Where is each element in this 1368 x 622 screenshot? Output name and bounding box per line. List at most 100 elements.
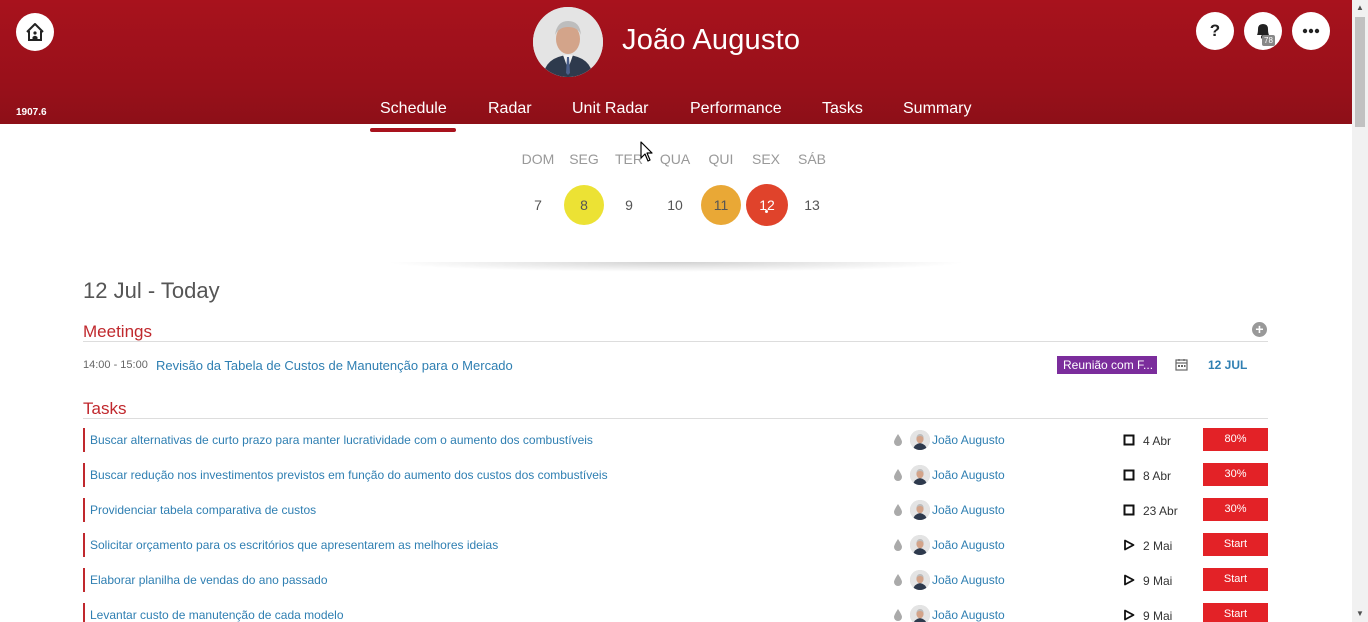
assignee-avatar bbox=[910, 605, 930, 622]
home-icon bbox=[26, 23, 44, 41]
task-title[interactable]: Levantar custo de manutenção de cada mod… bbox=[90, 608, 344, 622]
task-assignee[interactable]: João Augusto bbox=[932, 503, 1005, 517]
tab-summary[interactable]: Summary bbox=[903, 100, 971, 118]
task-due-date: 9 Mai bbox=[1143, 574, 1173, 588]
task-row: Buscar redução nos investimentos previst… bbox=[83, 463, 1268, 487]
page-scrollbar[interactable]: ▲ ▼ bbox=[1352, 0, 1368, 622]
calendar-day[interactable]: 9 bbox=[609, 185, 649, 225]
scroll-up-icon[interactable]: ▲ bbox=[1352, 0, 1368, 16]
task-priority-bar bbox=[83, 463, 85, 487]
header-bar: 1907.6 João Augusto ? 78 Schedule Radar … bbox=[0, 0, 1352, 124]
weekday-label: QUI bbox=[708, 151, 734, 167]
task-action-button[interactable]: 80% bbox=[1203, 428, 1268, 451]
calendar-day[interactable]: 7 bbox=[518, 185, 558, 225]
task-title[interactable]: Elaborar planilha de vendas do ano passa… bbox=[90, 573, 328, 587]
calendar-divider bbox=[384, 262, 968, 272]
more-options-button[interactable] bbox=[1292, 12, 1330, 50]
task-row: Solicitar orçamento para os escritórios … bbox=[83, 533, 1268, 557]
meeting-title[interactable]: Revisão da Tabela de Custos de Manutençã… bbox=[156, 358, 513, 373]
drop-icon bbox=[894, 574, 902, 586]
task-assignee[interactable]: João Augusto bbox=[932, 608, 1005, 622]
task-due-date: 2 Mai bbox=[1143, 539, 1173, 553]
task-row: Providenciar tabela comparativa de custo… bbox=[83, 498, 1268, 522]
tasks-heading: Tasks bbox=[83, 399, 127, 418]
task-row: Levantar custo de manutenção de cada mod… bbox=[83, 603, 1268, 622]
task-title[interactable]: Providenciar tabela comparativa de custo… bbox=[90, 503, 316, 517]
tab-schedule[interactable]: Schedule bbox=[380, 100, 447, 118]
assignee-avatar bbox=[910, 570, 930, 590]
task-assignee[interactable]: João Augusto bbox=[932, 433, 1005, 447]
notification-badge: 78 bbox=[1262, 35, 1275, 46]
notifications-button[interactable]: 78 bbox=[1244, 12, 1282, 50]
meetings-divider bbox=[83, 341, 1268, 342]
assignee-avatar bbox=[910, 430, 930, 450]
task-due-date: 4 Abr bbox=[1143, 434, 1172, 448]
assignee-avatar bbox=[910, 500, 930, 520]
checkbox-icon[interactable] bbox=[1123, 434, 1135, 446]
tab-radar[interactable]: Radar bbox=[488, 100, 532, 118]
active-tab-indicator bbox=[370, 128, 456, 132]
event-dot bbox=[765, 210, 768, 213]
drop-icon bbox=[894, 504, 902, 516]
scroll-down-icon[interactable]: ▼ bbox=[1352, 606, 1368, 622]
task-action-button[interactable]: Start bbox=[1203, 568, 1268, 591]
help-button[interactable]: ? bbox=[1196, 12, 1234, 50]
mouse-cursor-icon bbox=[640, 141, 653, 162]
drop-icon bbox=[894, 539, 902, 551]
calendar-icon bbox=[1175, 359, 1188, 371]
meetings-heading: Meetings bbox=[83, 322, 152, 341]
task-action-button[interactable]: Start bbox=[1203, 533, 1268, 556]
weekday-label: DOM bbox=[521, 151, 555, 167]
drop-icon bbox=[894, 469, 902, 481]
checkbox-icon[interactable] bbox=[1123, 504, 1135, 516]
weekday-label: SÁB bbox=[797, 151, 826, 167]
calendar-day[interactable]: 11 bbox=[701, 185, 741, 225]
task-priority-bar bbox=[83, 498, 85, 522]
task-title[interactable]: Buscar redução nos investimentos previst… bbox=[90, 468, 608, 482]
task-priority-bar bbox=[83, 428, 85, 452]
help-icon: ? bbox=[1209, 21, 1221, 40]
more-icon bbox=[1302, 28, 1320, 34]
home-button[interactable] bbox=[16, 13, 54, 51]
calendar-day[interactable]: 8 bbox=[564, 185, 604, 225]
weekday-label: SEX bbox=[751, 151, 780, 167]
task-assignee[interactable]: João Augusto bbox=[932, 538, 1005, 552]
tab-unit-radar[interactable]: Unit Radar bbox=[572, 100, 648, 118]
tasks-divider bbox=[83, 418, 1268, 419]
tab-performance[interactable]: Performance bbox=[690, 100, 782, 118]
task-row: Buscar alternativas de curto prazo para … bbox=[83, 428, 1268, 452]
add-meeting-icon[interactable]: + bbox=[1252, 322, 1267, 337]
task-due-date: 23 Abr bbox=[1143, 504, 1178, 518]
task-action-button[interactable]: 30% bbox=[1203, 498, 1268, 521]
calendar-day[interactable]: 13 bbox=[792, 185, 832, 225]
task-assignee[interactable]: João Augusto bbox=[932, 573, 1005, 587]
user-avatar[interactable] bbox=[533, 7, 603, 77]
user-name: João Augusto bbox=[622, 24, 801, 56]
task-action-button[interactable]: 30% bbox=[1203, 463, 1268, 486]
weekday-label: SEG bbox=[569, 151, 599, 167]
assignee-avatar bbox=[910, 535, 930, 555]
task-due-date: 9 Mai bbox=[1143, 609, 1173, 622]
scroll-thumb[interactable] bbox=[1355, 17, 1365, 127]
play-icon[interactable] bbox=[1123, 609, 1135, 621]
drop-icon bbox=[894, 609, 902, 621]
task-row: Elaborar planilha de vendas do ano passa… bbox=[83, 568, 1268, 592]
drop-icon bbox=[894, 434, 902, 446]
meeting-date: 12 JUL bbox=[1208, 358, 1248, 372]
task-title[interactable]: Solicitar orçamento para os escritórios … bbox=[90, 538, 498, 552]
calendar-day[interactable]: 10 bbox=[655, 185, 695, 225]
checkbox-icon[interactable] bbox=[1123, 469, 1135, 481]
meeting-time: 14:00 - 15:00 bbox=[83, 359, 148, 371]
task-priority-bar bbox=[83, 568, 85, 592]
play-icon[interactable] bbox=[1123, 539, 1135, 551]
calendar-day-today[interactable]: 12 bbox=[746, 184, 788, 226]
assignee-avatar bbox=[910, 465, 930, 485]
task-priority-bar bbox=[83, 533, 85, 557]
task-assignee[interactable]: João Augusto bbox=[932, 468, 1005, 482]
tab-tasks[interactable]: Tasks bbox=[822, 100, 863, 118]
play-icon[interactable] bbox=[1123, 574, 1135, 586]
main-nav: Schedule Radar Unit Radar Performance Ta… bbox=[0, 100, 1352, 124]
meeting-tag[interactable]: Reunião com F... bbox=[1057, 356, 1157, 374]
task-action-button[interactable]: Start bbox=[1203, 603, 1268, 622]
task-title[interactable]: Buscar alternativas de curto prazo para … bbox=[90, 433, 593, 447]
